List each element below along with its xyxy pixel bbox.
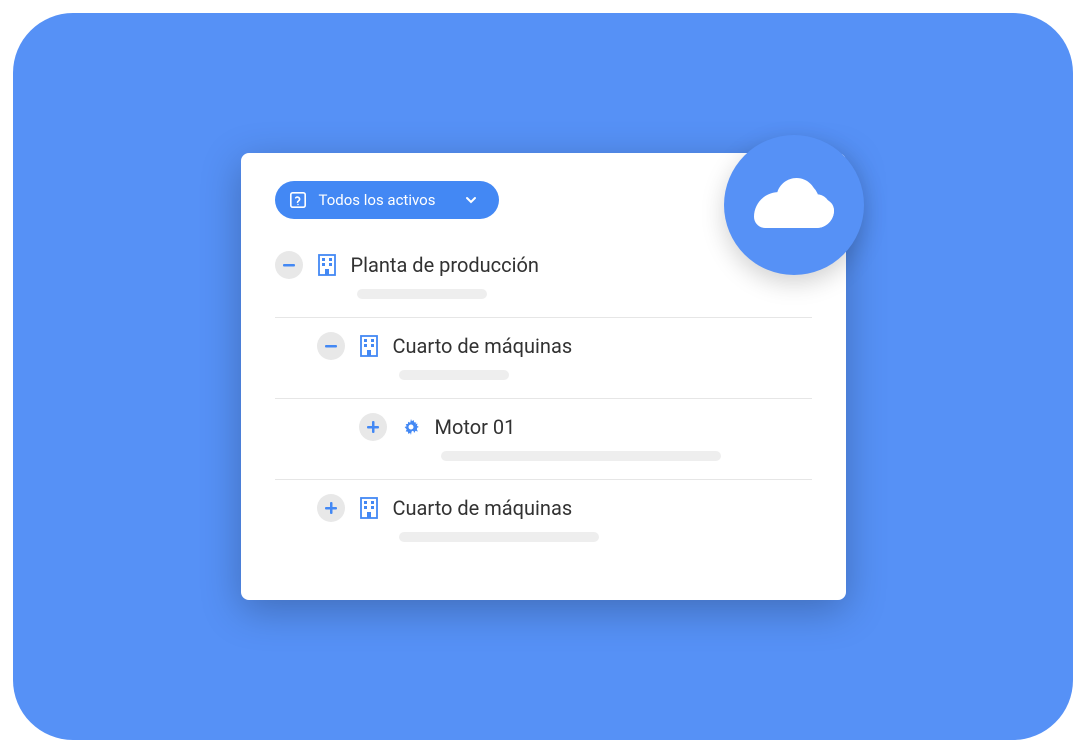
tree-item[interactable]: Cuarto de máquinas — [317, 318, 812, 398]
tree-item-label: Motor 01 — [435, 415, 516, 439]
dropdown-label: Todos los activos — [319, 191, 436, 209]
building-icon — [359, 336, 379, 356]
background-panel: Todos los activos — [13, 13, 1073, 740]
tree-item-label: Planta de producción — [351, 253, 539, 277]
placeholder-bar — [357, 289, 487, 299]
gear-icon — [401, 417, 421, 437]
asset-tree: Planta de producción — [275, 237, 812, 560]
assets-card: Todos los activos — [241, 153, 846, 600]
tree-item[interactable]: Motor 01 — [359, 399, 812, 479]
assets-filter-dropdown[interactable]: Todos los activos — [275, 181, 500, 219]
cloud-badge — [724, 135, 864, 275]
expand-toggle[interactable] — [317, 494, 345, 522]
placeholder-bar — [441, 451, 721, 461]
tree-item-label: Cuarto de máquinas — [393, 496, 573, 520]
help-icon — [289, 191, 307, 209]
tree-item[interactable]: Planta de producción — [275, 237, 812, 317]
cloud-icon — [754, 177, 834, 233]
tree-item-label: Cuarto de máquinas — [393, 334, 573, 358]
chevron-down-icon — [465, 196, 477, 204]
collapse-toggle[interactable] — [275, 251, 303, 279]
placeholder-bar — [399, 532, 599, 542]
tree-item[interactable]: Cuarto de máquinas — [317, 480, 812, 560]
collapse-toggle[interactable] — [317, 332, 345, 360]
building-icon — [359, 498, 379, 518]
expand-toggle[interactable] — [359, 413, 387, 441]
building-icon — [317, 255, 337, 275]
placeholder-bar — [399, 370, 509, 380]
